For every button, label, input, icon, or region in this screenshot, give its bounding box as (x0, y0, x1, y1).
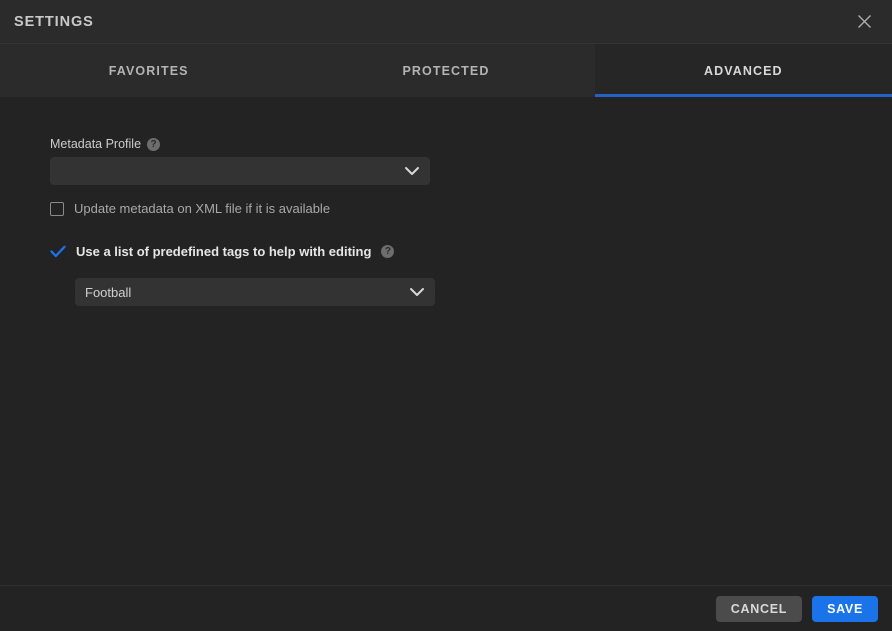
predefined-tags-row: Use a list of predefined tags to help wi… (50, 243, 395, 259)
tab-favorites[interactable]: FAVORITES (0, 44, 297, 97)
predefined-tags-checkbox[interactable] (50, 243, 66, 259)
chevron-down-icon (409, 287, 425, 297)
tab-advanced[interactable]: ADVANCED (594, 44, 892, 97)
update-metadata-label: Update metadata on XML file if it is ava… (74, 201, 331, 216)
chevron-down-icon (404, 166, 420, 176)
settings-dialog: SETTINGS FAVORITES PROTECTED ADVANCED Me… (0, 0, 892, 631)
metadata-profile-field: Metadata Profile ? (50, 137, 430, 185)
metadata-profile-select[interactable] (50, 157, 430, 185)
dialog-titlebar: SETTINGS (0, 0, 892, 44)
help-circle-icon[interactable]: ? (381, 244, 395, 258)
dialog-footer: CANCEL SAVE (0, 585, 892, 631)
save-button[interactable]: SAVE (812, 595, 878, 622)
check-icon (50, 245, 66, 257)
update-metadata-checkbox[interactable] (50, 201, 64, 216)
predefined-tags-checkbox-row[interactable]: Use a list of predefined tags to help wi… (50, 243, 395, 259)
settings-tabbar: FAVORITES PROTECTED ADVANCED (0, 44, 892, 97)
close-icon (857, 14, 872, 29)
dialog-title: SETTINGS (14, 13, 94, 30)
tag-list-field: Football (75, 278, 435, 306)
close-button[interactable] (836, 0, 892, 43)
metadata-profile-label: Metadata Profile (50, 137, 142, 151)
tab-advanced-label: ADVANCED (703, 63, 783, 78)
advanced-tab-panel: Metadata Profile ? Update metadata on XM… (0, 97, 892, 585)
metadata-profile-label-row: Metadata Profile ? (50, 137, 430, 151)
update-metadata-row: Update metadata on XML file if it is ava… (50, 201, 330, 216)
tab-favorites-label: FAVORITES (108, 63, 189, 78)
tag-list-select[interactable]: Football (75, 278, 435, 306)
predefined-tags-label: Use a list of predefined tags to help wi… (76, 243, 372, 259)
tab-protected-label: PROTECTED (402, 63, 490, 78)
cancel-button[interactable]: CANCEL (715, 595, 803, 622)
help-circle-icon[interactable]: ? (147, 137, 161, 151)
tab-protected[interactable]: PROTECTED (297, 44, 594, 97)
update-metadata-checkbox-row[interactable]: Update metadata on XML file if it is ava… (50, 201, 330, 216)
tag-list-value: Football (85, 284, 132, 300)
